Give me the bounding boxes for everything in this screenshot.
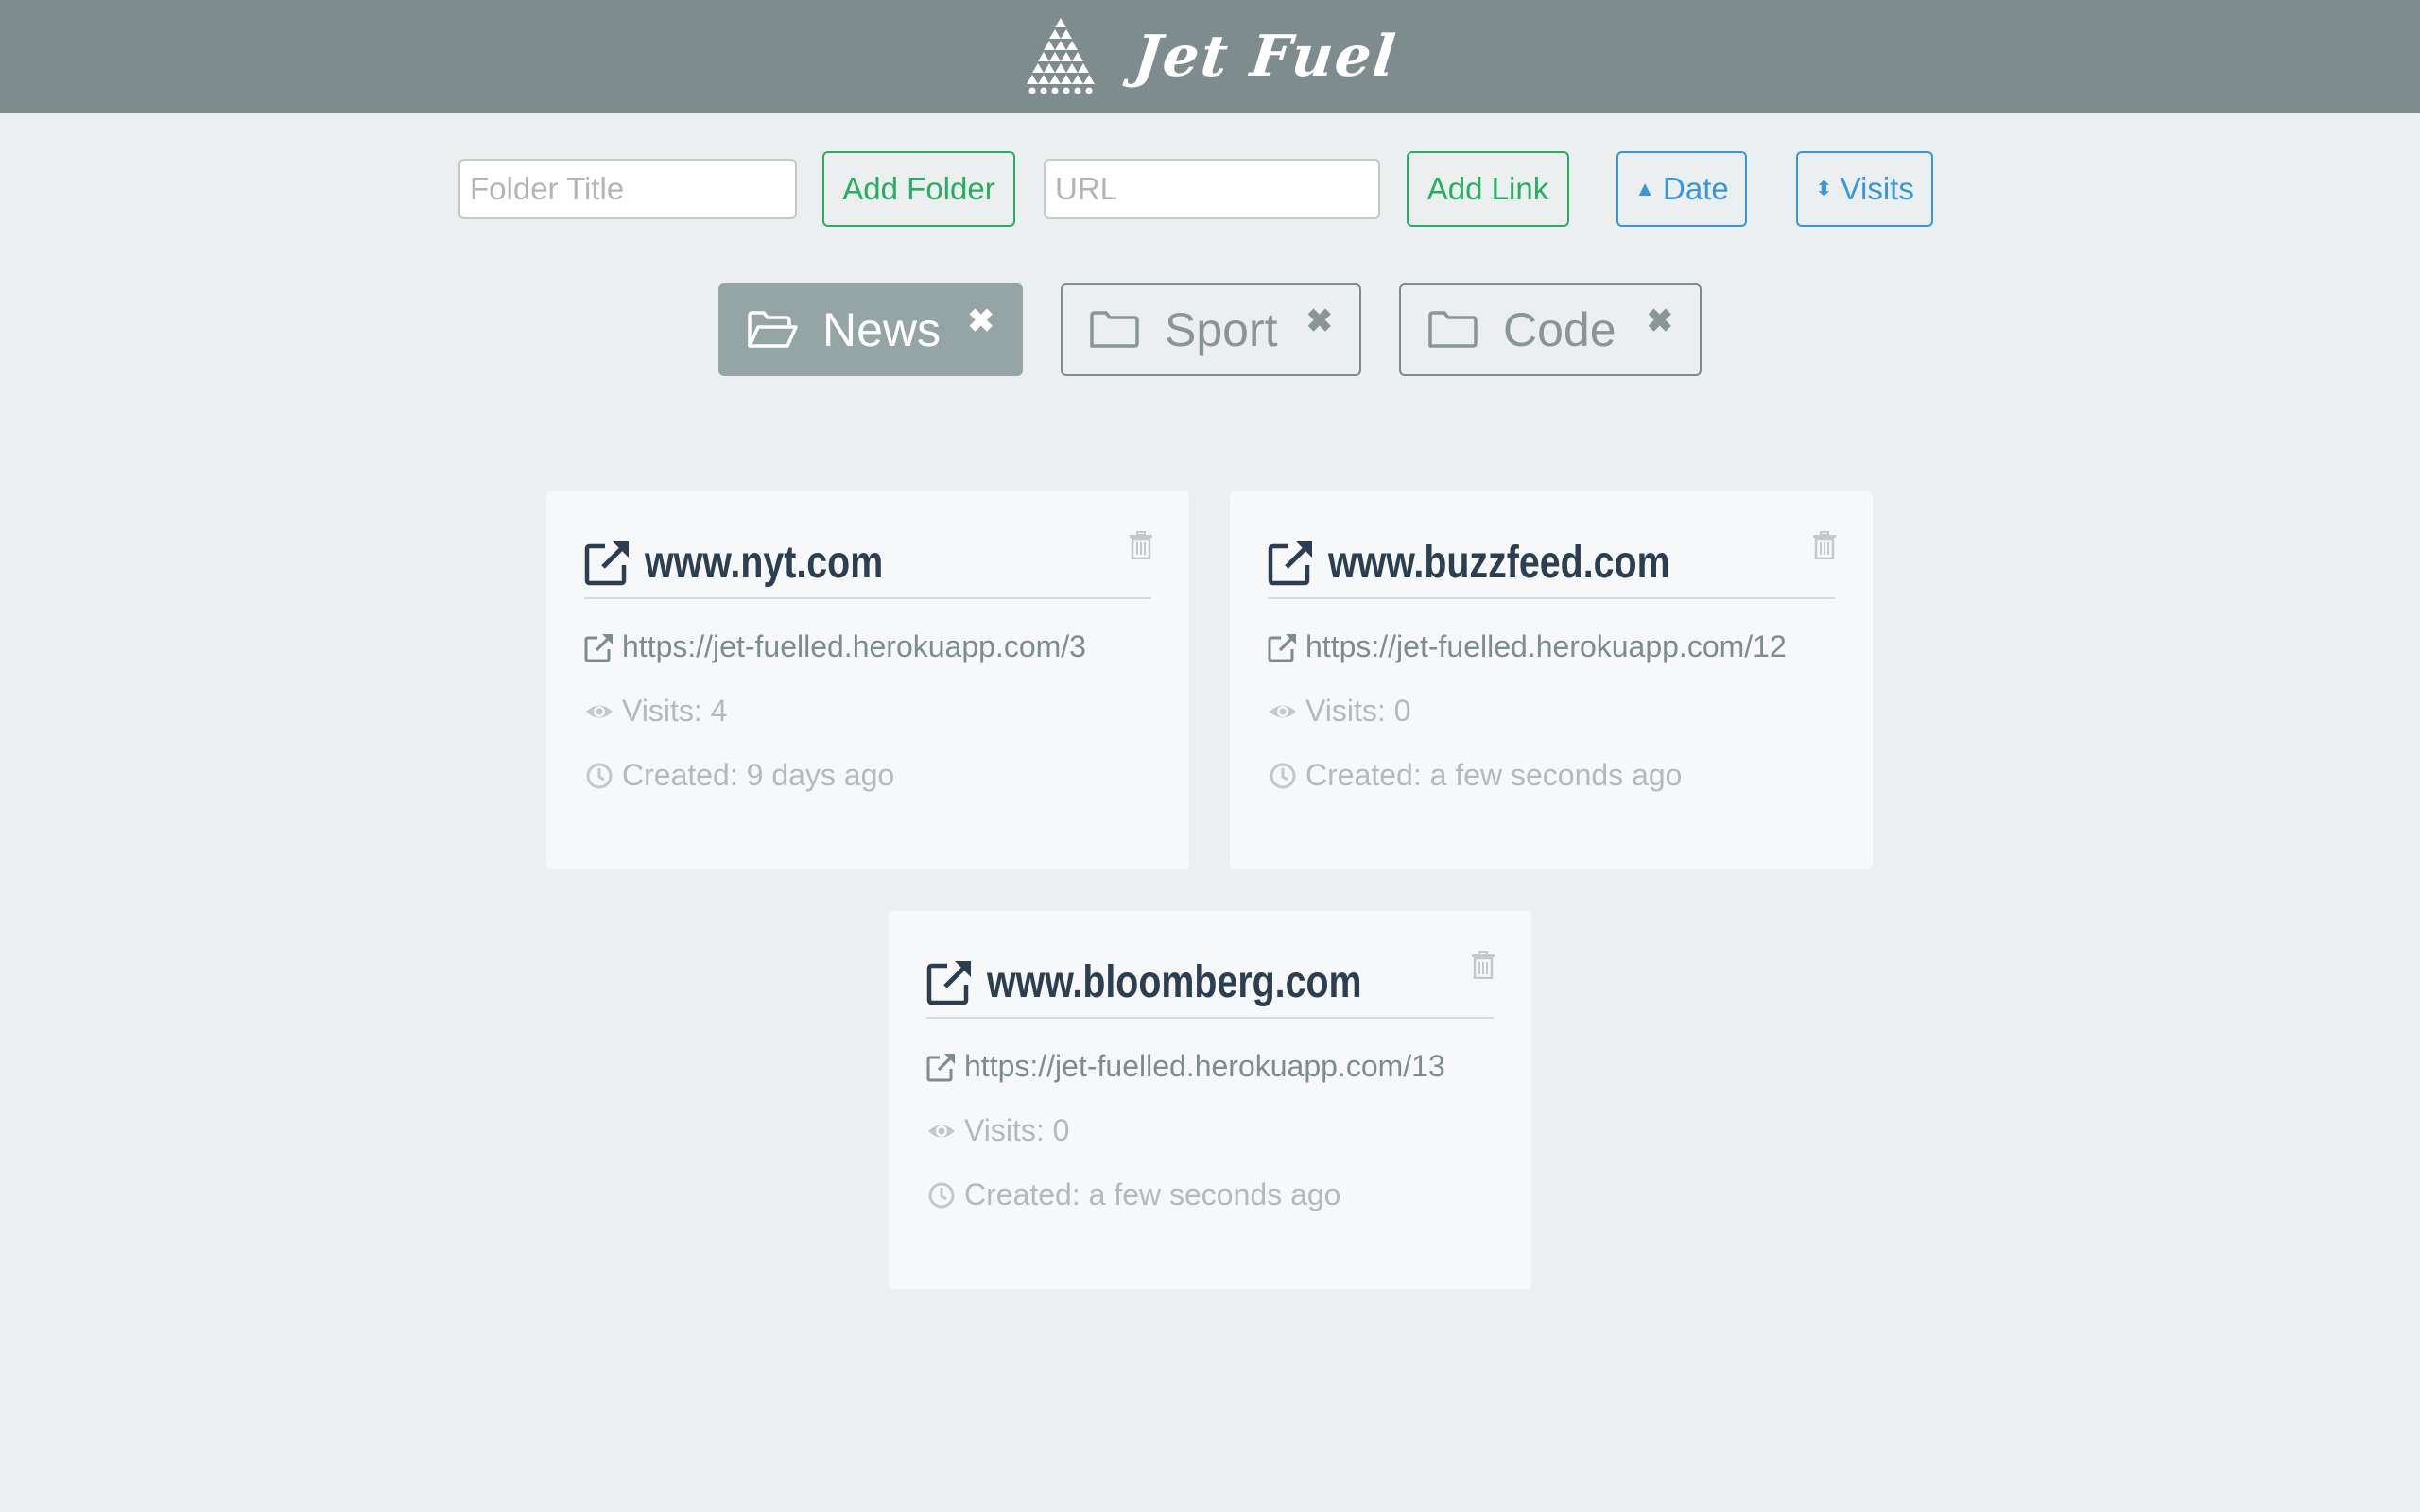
close-icon[interactable]: ✖ — [968, 302, 995, 340]
app-header: Jet Fuel — [0, 0, 2420, 113]
created-time: Created: a few seconds ago — [1305, 758, 1683, 792]
folder-open-icon — [748, 311, 798, 348]
folder-tab-code[interactable]: Code ✖ — [1399, 284, 1702, 376]
visits-count: Visits: 4 — [622, 694, 728, 728]
created-row: Created: a few seconds ago — [926, 1177, 1340, 1212]
short-url-row[interactable]: https://jet-fuelled.herokuapp.com/13 — [926, 1049, 1445, 1084]
folder-label: News — [822, 303, 942, 356]
toolbar: Add Folder Add Link ▲ Date ⬍ Visits — [458, 151, 1933, 227]
folder-tabs: News ✖ Sport ✖ Code ✖ — [0, 284, 2420, 376]
external-link-icon — [1268, 541, 1312, 586]
logo: Jet Fuel — [1023, 18, 1400, 95]
eye-icon — [1270, 705, 1296, 717]
folder-icon — [1090, 311, 1139, 348]
folder-tab-sport[interactable]: Sport ✖ — [1061, 284, 1361, 376]
sort-date-button[interactable]: ▲ Date — [1616, 151, 1747, 227]
created-time: Created: 9 days ago — [622, 758, 895, 792]
sort-icon: ⬍ — [1815, 177, 1833, 200]
folder-icon — [1428, 311, 1478, 348]
eye-icon — [928, 1125, 955, 1137]
card-title[interactable]: www.bloomberg.com — [926, 947, 1494, 1019]
card-title[interactable]: www.buzzfeed.com — [1268, 527, 1835, 599]
clock-icon — [1270, 763, 1296, 788]
visits-count: Visits: 0 — [964, 1113, 1070, 1147]
short-url-row[interactable]: https://jet-fuelled.herokuapp.com/12 — [1268, 629, 1787, 664]
sort-visits-button[interactable]: ⬍ Visits — [1796, 151, 1933, 227]
visits-count: Visits: 0 — [1305, 694, 1411, 728]
folder-label: Sport — [1165, 303, 1278, 356]
visits-row: Visits: 4 — [584, 694, 727, 729]
short-url-link[interactable]: https://jet-fuelled.herokuapp.com/13 — [964, 1049, 1445, 1084]
triangle-logo-icon — [1027, 18, 1096, 94]
visits-row: Visits: 0 — [1268, 694, 1410, 729]
folder-tab-news[interactable]: News ✖ — [718, 284, 1023, 376]
link-card: www.bloomberg.com https://jet-fuelled.he… — [889, 911, 1531, 1289]
clock-icon — [928, 1182, 955, 1208]
sort-visits-label: Visits — [1840, 171, 1914, 206]
eye-icon — [586, 705, 613, 717]
close-icon[interactable]: ✖ — [1306, 302, 1334, 340]
external-link-icon — [1268, 633, 1296, 662]
visits-row: Visits: 0 — [926, 1113, 1069, 1148]
external-link-icon — [584, 633, 613, 662]
trash-icon[interactable] — [1812, 531, 1837, 559]
short-url-link[interactable]: https://jet-fuelled.herokuapp.com/3 — [622, 629, 1086, 664]
created-row: Created: a few seconds ago — [1268, 758, 1682, 793]
short-url-row[interactable]: https://jet-fuelled.herokuapp.com/3 — [584, 629, 1086, 664]
link-card: www.nyt.com https://jet-fuelled.herokuap… — [546, 491, 1189, 869]
link-title: www.bloomberg.com — [987, 956, 1362, 1007]
add-link-button[interactable]: Add Link — [1407, 151, 1569, 227]
caret-up-icon: ▲ — [1634, 177, 1656, 200]
external-link-icon — [926, 1053, 955, 1081]
link-title: www.buzzfeed.com — [1328, 537, 1670, 588]
card-title[interactable]: www.nyt.com — [584, 527, 1151, 599]
external-link-icon — [926, 961, 971, 1005]
app-title: Jet Fuel — [1131, 24, 1401, 90]
external-link-icon — [584, 541, 629, 586]
created-row: Created: 9 days ago — [584, 758, 894, 793]
created-time: Created: a few seconds ago — [964, 1177, 1341, 1211]
link-title: www.nyt.com — [645, 537, 884, 588]
close-icon[interactable]: ✖ — [1647, 302, 1674, 340]
short-url-link[interactable]: https://jet-fuelled.herokuapp.com/12 — [1305, 629, 1787, 664]
folder-label: Code — [1503, 303, 1616, 356]
link-card: www.buzzfeed.com https://jet-fuelled.her… — [1230, 491, 1873, 869]
trash-icon[interactable] — [1129, 531, 1153, 559]
trash-icon[interactable] — [1471, 951, 1495, 979]
add-folder-button[interactable]: Add Folder — [822, 151, 1015, 227]
clock-icon — [586, 763, 613, 788]
folder-title-input[interactable] — [458, 159, 797, 219]
url-input[interactable] — [1044, 159, 1380, 219]
sort-date-label: Date — [1663, 171, 1729, 206]
